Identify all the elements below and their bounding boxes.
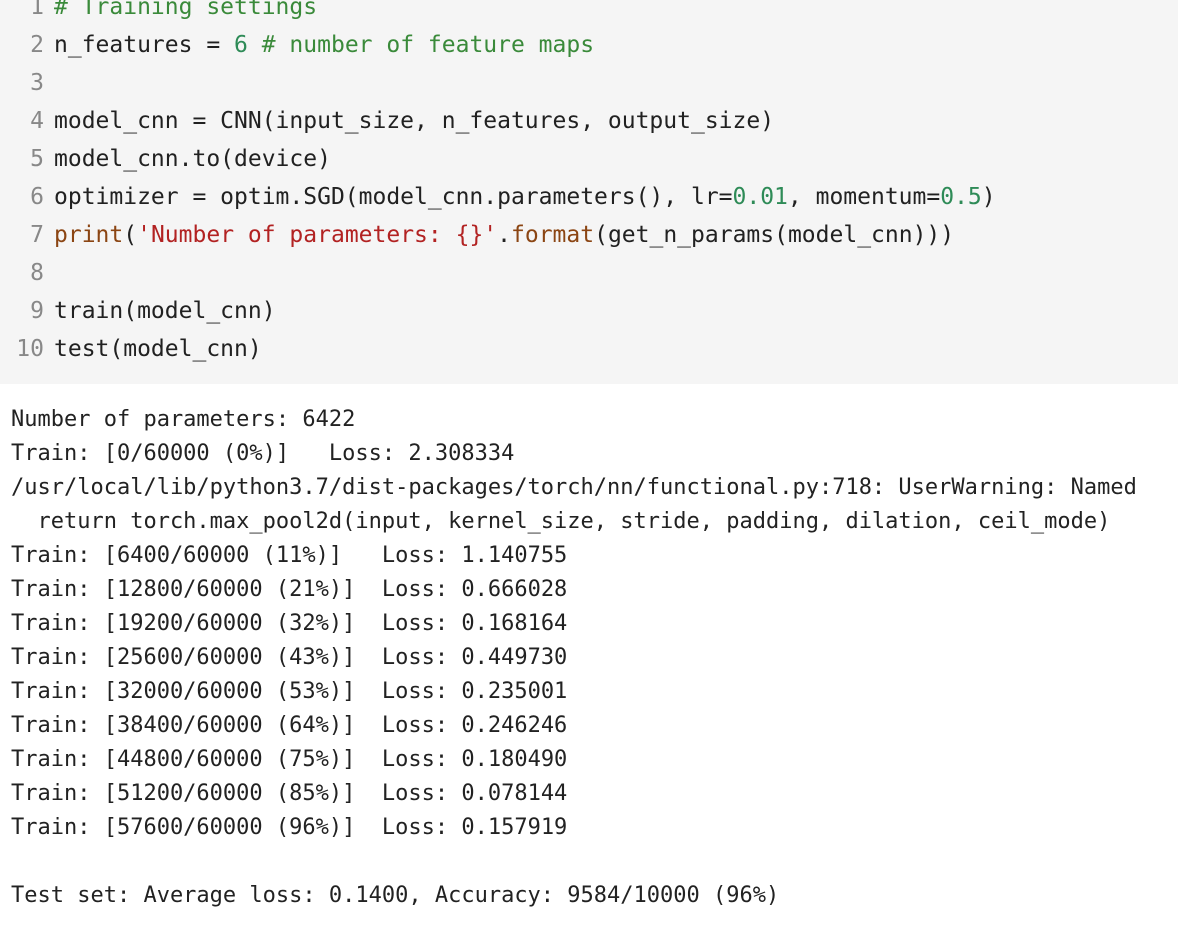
code-token: test(model_cnn) bbox=[54, 336, 262, 362]
output-line: Train: [0/60000 (0%)] Loss: 2.308334 bbox=[11, 441, 515, 466]
code-token: optimizer = optim.SGD(model_cnn.paramete… bbox=[54, 184, 733, 210]
code-token: 'Number of parameters: {}' bbox=[137, 222, 498, 248]
code-token: train(model_cnn) bbox=[54, 298, 276, 324]
code-token: (get_n_params(model_cnn))) bbox=[594, 222, 955, 248]
line-number: 6 bbox=[30, 184, 44, 210]
code-token: # Training settings bbox=[54, 0, 318, 20]
code-token: # number of feature maps bbox=[261, 32, 595, 58]
line-number: 10 bbox=[16, 336, 44, 362]
output-line: Test set: Average loss: 0.1400, Accuracy… bbox=[11, 883, 780, 908]
code-line: 1 # Training settings bbox=[0, 0, 317, 26]
code-token: print bbox=[54, 222, 124, 248]
output-line: Train: [19200/60000 (32%)] Loss: 0.16816… bbox=[11, 611, 568, 636]
output-line: Train: [25600/60000 (43%)] Loss: 0.44973… bbox=[11, 645, 568, 670]
code-token: model_cnn.to(device) bbox=[54, 146, 331, 172]
line-number: 5 bbox=[30, 146, 44, 172]
line-number: 4 bbox=[30, 108, 44, 134]
line-number: 7 bbox=[30, 222, 44, 248]
code-line: 5 model_cnn.to(device) bbox=[0, 140, 331, 178]
output-line: Number of parameters: 6422 bbox=[11, 407, 356, 432]
code-line: 6 optimizer = optim.SGD(model_cnn.paramet… bbox=[0, 178, 996, 216]
code-line: 4 model_cnn = CNN(input_size, n_features,… bbox=[0, 102, 774, 140]
code-token: 6 bbox=[234, 32, 248, 58]
output-line: return torch.max_pool2d(input, kernel_si… bbox=[11, 509, 1111, 534]
output-line: Train: [38400/60000 (64%)] Loss: 0.24624… bbox=[11, 713, 568, 738]
code-token: n_features = bbox=[54, 32, 235, 58]
line-number: 9 bbox=[30, 298, 44, 324]
code-cell[interactable]: 1 # Training settings 2 n_features = 6 # nu… bbox=[0, 0, 1178, 384]
code-line: 7 print('Number of parameters: {}'.format… bbox=[0, 216, 954, 254]
output-line: Train: [12800/60000 (21%)] Loss: 0.66602… bbox=[11, 577, 568, 602]
line-number: 1 bbox=[30, 0, 44, 20]
output-line: Train: [32000/60000 (53%)] Loss: 0.23500… bbox=[11, 679, 568, 704]
code-token: format bbox=[511, 222, 595, 248]
line-number: 2 bbox=[30, 32, 44, 58]
code-token: ( bbox=[123, 222, 138, 248]
code-token: 0.01 bbox=[732, 184, 788, 210]
code-token: , momentum= bbox=[787, 184, 941, 210]
code-line: 10 test(model_cnn) bbox=[0, 330, 262, 368]
code-token: 0.5 bbox=[940, 184, 982, 210]
output-line: Train: [44800/60000 (75%)] Loss: 0.18049… bbox=[11, 747, 568, 772]
code-token: . bbox=[497, 222, 511, 248]
output-line: /usr/local/lib/python3.7/dist-packages/t… bbox=[11, 475, 1137, 500]
code-token: model_cnn = CNN(input_size, n_features, … bbox=[54, 108, 775, 134]
code-line: 9 train(model_cnn) bbox=[0, 292, 276, 330]
line-number: 3 bbox=[30, 70, 44, 96]
cell-output: Number of parameters: 6422 Train: [0/6000… bbox=[0, 384, 1178, 935]
code-line: 3 bbox=[0, 64, 54, 102]
line-number: 8 bbox=[30, 260, 44, 286]
code-line: 8 bbox=[0, 254, 54, 292]
output-line: Train: [6400/60000 (11%)] Loss: 1.140755 bbox=[11, 543, 568, 568]
output-line: Train: [51200/60000 (85%)] Loss: 0.07814… bbox=[11, 781, 568, 806]
output-line: Train: [57600/60000 (96%)] Loss: 0.15791… bbox=[11, 815, 568, 840]
code-token: ) bbox=[981, 184, 996, 210]
code-line: 2 n_features = 6 # number of feature maps bbox=[0, 26, 594, 64]
